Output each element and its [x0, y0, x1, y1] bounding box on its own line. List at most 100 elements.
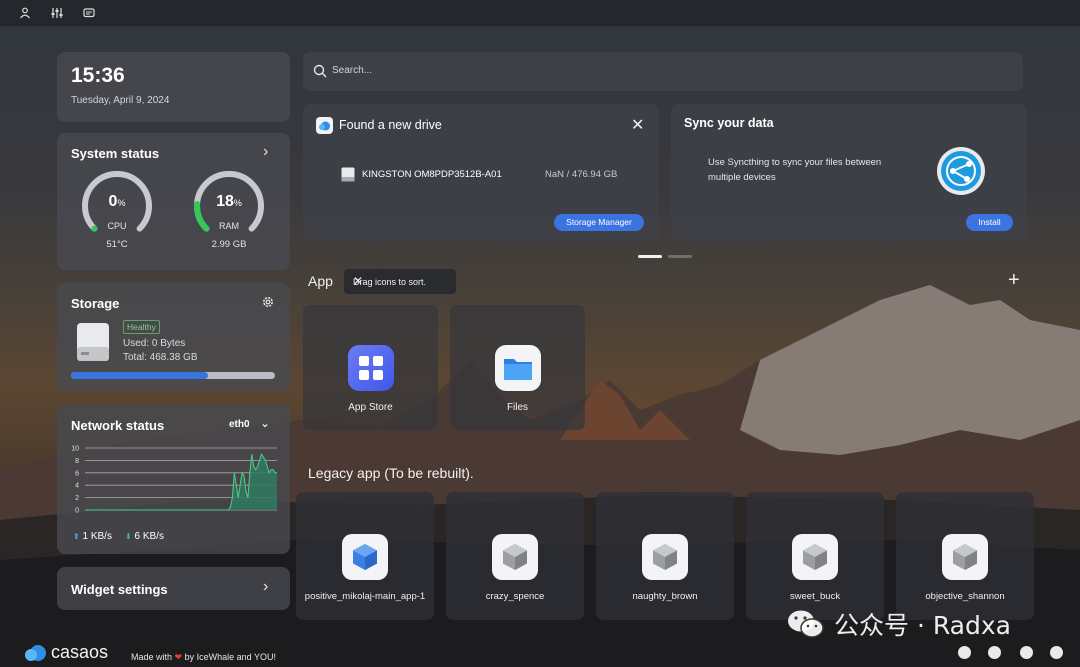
cpu-gauge: 0% CPU 51°C	[82, 171, 152, 251]
footer-credits: Made with ❤ by IceWhale and YOU!	[131, 652, 276, 663]
y-tick-label: 2	[75, 495, 79, 502]
y-tick-label: 8	[75, 458, 79, 465]
interface-label: eth0	[229, 419, 250, 430]
ram-used: 2.99 GB	[211, 239, 247, 250]
add-app-button[interactable]: +	[1008, 269, 1020, 292]
ram-unit: %	[233, 198, 242, 208]
network-area	[85, 454, 277, 510]
chevron-right-icon[interactable]: ›	[263, 143, 268, 161]
search-input[interactable]: Search...	[332, 65, 372, 76]
sync-description: Use Syncthing to sync your files between…	[708, 157, 882, 183]
cube-icon	[792, 534, 838, 580]
new-drive-card: Found a new drive ✕ KINGSTON OM8PDP3512B…	[303, 104, 659, 242]
files-tile[interactable]: Files	[450, 305, 585, 430]
carousel-dot-active[interactable]	[638, 255, 662, 258]
sync-card: Sync your data Use Syncthing to sync you…	[671, 104, 1027, 242]
app-store-tile[interactable]: App Store	[303, 305, 438, 430]
user-icon[interactable]	[18, 6, 32, 20]
legacy-app-name: positive_mikolaj-main_app-1	[304, 591, 426, 602]
legacy-app-tile[interactable]: naughty_brown	[596, 492, 734, 620]
network-widget: Network status eth0 ⌄ 10 8 6 4 2 0 ⬆ 1 KB/s ⬇…	[57, 404, 290, 554]
upload-arrow-icon: ⬆	[73, 532, 80, 541]
ram-label: RAM	[219, 221, 239, 231]
install-button[interactable]: Install	[966, 214, 1013, 231]
message-icon[interactable]	[958, 646, 971, 659]
storage-usage-bar	[71, 372, 275, 379]
search-bar[interactable]: Search...	[303, 52, 1023, 91]
legacy-app-tile[interactable]: objective_shannon	[896, 492, 1034, 620]
search-icon	[313, 64, 327, 83]
storage-usage-fill	[71, 372, 208, 379]
close-icon[interactable]: ✕	[631, 115, 644, 135]
new-drive-title: Found a new drive	[339, 118, 442, 132]
cube-icon	[642, 534, 688, 580]
made-with-text: Made with	[131, 652, 173, 662]
upload-value: 1 KB/s	[82, 531, 112, 542]
cube-icon	[492, 534, 538, 580]
carousel-dot[interactable]	[668, 255, 692, 258]
interface-select[interactable]: eth0 ⌄	[229, 417, 270, 430]
app-name: App Store	[348, 402, 393, 413]
drive-icon	[341, 167, 355, 187]
ram-gauge: 18% RAM 2.99 GB	[194, 171, 264, 251]
download-rate: ⬇ 6 KB/s	[125, 531, 164, 542]
watermark: 公众号 · Radxa	[786, 606, 1011, 642]
clock-time: 15:36	[71, 64, 125, 87]
cube-icon	[942, 534, 988, 580]
legacy-app-tile[interactable]: crazy_spence	[446, 492, 584, 620]
network-title: Network status	[71, 418, 165, 433]
casaos-logo: casaos	[22, 642, 108, 663]
storage-widget: Storage Healthy Used: 0 Bytes Total: 468…	[57, 283, 290, 391]
app-name: Files	[506, 402, 529, 413]
folder-icon	[494, 345, 541, 391]
app-store-icon	[347, 345, 394, 391]
sliders-icon[interactable]	[50, 6, 64, 20]
legacy-app-name: objective_shannon	[925, 591, 1005, 602]
legacy-app-tile[interactable]: sweet_buck	[746, 492, 884, 620]
storage-manager-button[interactable]: Storage Manager	[554, 214, 644, 231]
legacy-app-tile[interactable]: positive_mikolaj-main_app-1	[296, 492, 434, 620]
app-section-title: App	[308, 273, 333, 289]
close-icon[interactable]: ✕	[353, 274, 449, 288]
storage-used: Used: 0 Bytes	[123, 338, 186, 349]
widget-settings-button[interactable]: Widget settings ›	[57, 567, 290, 610]
y-tick-label: 10	[71, 446, 79, 453]
legacy-app-name: sweet_buck	[789, 591, 841, 602]
status-badge: Healthy	[123, 320, 160, 334]
sync-title: Sync your data	[684, 116, 774, 130]
watermark-text: 公众号 · Radxa	[834, 611, 1011, 640]
chevron-right-icon: ›	[263, 578, 269, 595]
github-icon[interactable]	[1020, 646, 1033, 659]
widget-settings-label: Widget settings	[71, 582, 168, 597]
chat-icon[interactable]	[1050, 646, 1063, 659]
network-chart: 10 8 6 4 2 0	[71, 446, 277, 515]
clock-date: Tuesday, April 9, 2024	[71, 95, 170, 106]
ram-value: 18	[216, 193, 234, 210]
gear-icon[interactable]	[261, 295, 275, 314]
heart-icon: ❤	[174, 652, 183, 662]
drag-tooltip: Drag icons to sort. ✕	[344, 269, 456, 294]
by-text: by IceWhale and YOU!	[184, 652, 276, 662]
logo-text: casaos	[51, 642, 109, 662]
discord-icon[interactable]	[988, 646, 1001, 659]
drive-size: NaN / 476.94 GB	[545, 169, 618, 180]
y-tick-label: 4	[75, 483, 79, 490]
storage-total: Total: 468.38 GB	[123, 352, 198, 363]
cpu-label: CPU	[107, 221, 127, 231]
chevron-down-icon: ⌄	[260, 418, 270, 430]
disk-icon	[75, 321, 111, 368]
drive-name: KINGSTON OM8PDP3512B-A01	[362, 169, 502, 180]
legacy-app-name: crazy_spence	[485, 591, 545, 602]
system-status-title: System status	[71, 146, 160, 161]
chat-icon[interactable]	[82, 6, 96, 20]
cube-icon	[342, 534, 388, 580]
legacy-app-name: naughty_brown	[632, 591, 698, 602]
top-bar	[0, 0, 1080, 26]
download-value: 6 KB/s	[134, 531, 164, 542]
download-arrow-icon: ⬇	[125, 532, 132, 541]
wechat-icon	[788, 610, 824, 638]
y-tick-label: 0	[75, 508, 79, 515]
cpu-unit: %	[117, 198, 126, 208]
storage-title: Storage	[71, 296, 120, 311]
casaos-logo-icon	[25, 644, 46, 661]
